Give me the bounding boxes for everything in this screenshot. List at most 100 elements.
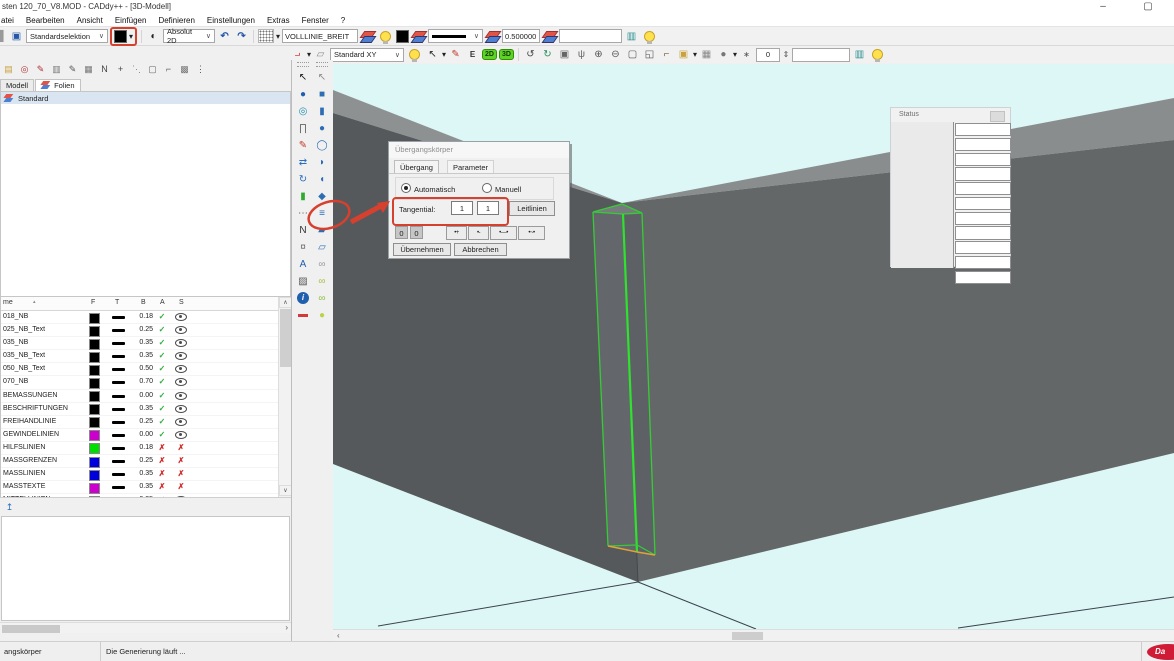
line-style-dropdown[interactable]: ∨ (428, 29, 483, 43)
dome-solid-icon[interactable]: ◗ (314, 155, 330, 171)
pointer-tool-icon[interactable]: ↖ (314, 70, 330, 86)
point-mode-button-3[interactable]: •~• (518, 226, 545, 240)
boolean-subtract-icon[interactable]: ∞ (314, 274, 330, 290)
bulb-icon[interactable] (644, 31, 655, 42)
caret-down-icon[interactable]: ▾ (693, 50, 697, 59)
eye-icon[interactable] (175, 378, 187, 386)
spinner-arrows-icon[interactable]: ⇕ (782, 47, 790, 62)
grid-toggle-icon[interactable]: ▦ (699, 47, 714, 62)
globe-view-icon[interactable]: ◎ (295, 104, 311, 120)
extra-input-2[interactable] (792, 48, 850, 62)
table-row[interactable]: 018_NB0.18✓ (1, 311, 291, 324)
check-zoom-icon[interactable]: ◎ (17, 62, 32, 77)
info-icon[interactable]: i (297, 292, 309, 304)
table-row[interactable]: GEWINDELINIEN0.00✓ (1, 429, 291, 442)
point-mode-button-1[interactable]: •- (468, 226, 489, 240)
menu-item-2[interactable]: Ansicht (71, 16, 109, 25)
extra-input[interactable] (559, 29, 622, 43)
sketch-pencil-icon[interactable]: ✎ (295, 138, 311, 154)
caret-down-icon[interactable]: ▾ (733, 50, 737, 59)
boolean-result-icon[interactable]: ● (314, 308, 330, 324)
hammer-icon[interactable]: ⌐ (659, 47, 674, 62)
tab-uebergang[interactable]: Übergang (394, 160, 439, 173)
layer-linetype[interactable] (112, 408, 125, 411)
eraser-icon[interactable]: ▬ (295, 307, 311, 323)
zoom-fit-icon[interactable]: ▢ (625, 47, 640, 62)
inactive-x-icon[interactable]: ✗ (157, 443, 167, 452)
scroll-thumb[interactable] (732, 632, 763, 640)
eye-icon[interactable] (175, 392, 187, 400)
active-check-icon[interactable]: ✓ (157, 404, 167, 413)
radio-automatisch[interactable]: Automatisch (401, 182, 455, 194)
construction-dots-icon[interactable]: ⋯ (295, 206, 311, 222)
layer-color-swatch[interactable] (89, 378, 100, 389)
drag-handle[interactable] (297, 62, 309, 67)
eye-icon[interactable] (175, 431, 187, 439)
hidden-x-icon[interactable]: ✗ (175, 469, 187, 478)
active-check-icon[interactable]: ✓ (157, 377, 167, 386)
eye-icon[interactable] (175, 418, 187, 426)
table-row[interactable]: BESCHRIFTUNGEN0.35✓ (1, 403, 291, 416)
apply-button[interactable]: Übernehmen (393, 243, 451, 256)
layer-linetype[interactable] (112, 316, 125, 319)
status-window[interactable]: Status (890, 107, 1011, 267)
orbit-view-icon[interactable]: ↻ (540, 47, 555, 62)
menu-item-6[interactable]: Extras (261, 16, 296, 25)
layer-linetype[interactable] (112, 368, 125, 371)
line-style-name-input[interactable]: VOLLLINIE_BREIT (282, 29, 358, 43)
status-window-button[interactable] (990, 111, 1005, 122)
scroll-right-icon[interactable]: › (285, 623, 288, 632)
active-tool-highlight[interactable]: ▾ (110, 27, 137, 46)
table-row[interactable]: 035_NB0.35✓ (1, 337, 291, 350)
line-width-input[interactable]: 0.500000 (502, 29, 540, 43)
layers-icon[interactable] (485, 30, 500, 43)
menu-item-1[interactable]: Bearbeiten (20, 16, 71, 25)
bulb-icon[interactable] (409, 49, 420, 60)
scroll-up-icon[interactable]: ∧ (279, 297, 291, 308)
viewport-hscrollbar[interactable]: ‹ (333, 629, 1174, 641)
table-row[interactable]: 070_NB0.70✓ (1, 376, 291, 389)
layer-linetype[interactable] (112, 381, 125, 384)
transform-arrows-icon[interactable]: ⇄ (295, 155, 311, 171)
eye-icon[interactable] (175, 352, 187, 360)
scroll-left-icon[interactable]: ‹ (337, 631, 340, 640)
minimize-button[interactable]: – (1088, 0, 1118, 14)
paint-bucket-icon[interactable]: ▥ (852, 47, 867, 62)
cancel-button[interactable]: Abbrechen (454, 243, 507, 256)
layer-color-swatch[interactable] (89, 430, 100, 441)
col-b[interactable]: B (141, 299, 146, 306)
crosshair-icon[interactable]: + (113, 62, 128, 77)
folder-icon[interactable]: ▤ (1, 62, 16, 77)
eye-icon[interactable] (175, 326, 187, 334)
active-check-icon[interactable]: ✓ (157, 351, 167, 360)
zoom-out-icon[interactable]: ⊖ (608, 47, 623, 62)
selection-mode-dropdown[interactable]: Standardselektion ∨ (26, 29, 108, 43)
sphere-solid-icon[interactable]: ● (314, 121, 330, 137)
table-row[interactable]: MASSGRENZEN0.25✗✗ (1, 455, 291, 468)
zoom-previous-icon[interactable]: ◱ (642, 47, 657, 62)
eye-icon[interactable] (175, 365, 187, 373)
inactive-x-icon[interactable]: ✗ (157, 482, 167, 491)
hatch-tool-icon[interactable]: ▨ (295, 274, 311, 290)
layers-icon[interactable] (360, 30, 375, 43)
menu-item-3[interactable]: Einfügen (109, 16, 153, 25)
mode-3d-button[interactable]: 3D (499, 49, 514, 60)
active-check-icon[interactable]: ✓ (157, 430, 167, 439)
caret-down-icon[interactable]: ▾ (276, 32, 280, 41)
layer-linetype[interactable] (112, 434, 125, 437)
text-tool-icon[interactable]: A (295, 257, 311, 273)
table-row[interactable]: BEMASSUNGEN0.00✓ (1, 390, 291, 403)
loft-dialog[interactable]: Übergangskörper Übergang Parameter Autom… (388, 141, 570, 259)
layer-color-swatch[interactable] (89, 313, 100, 324)
eye-icon[interactable] (175, 313, 187, 321)
active-check-icon[interactable]: ✓ (157, 364, 167, 373)
hidden-x-icon[interactable]: ✗ (175, 482, 187, 491)
menu-item-7[interactable]: Fenster (296, 16, 335, 25)
pipe-tool-icon[interactable]: ∏ (295, 121, 311, 137)
caret-down-icon[interactable]: ▾ (442, 50, 446, 59)
point-mode-button-0[interactable]: •+ (446, 226, 467, 240)
list-icon[interactable]: ⋮ (193, 62, 208, 77)
hatch-cube-icon[interactable]: ▩ (177, 62, 192, 77)
table-row[interactable]: 025_NB_Text0.25✓ (1, 324, 291, 337)
tree-item-standard[interactable]: Standard (1, 92, 290, 104)
